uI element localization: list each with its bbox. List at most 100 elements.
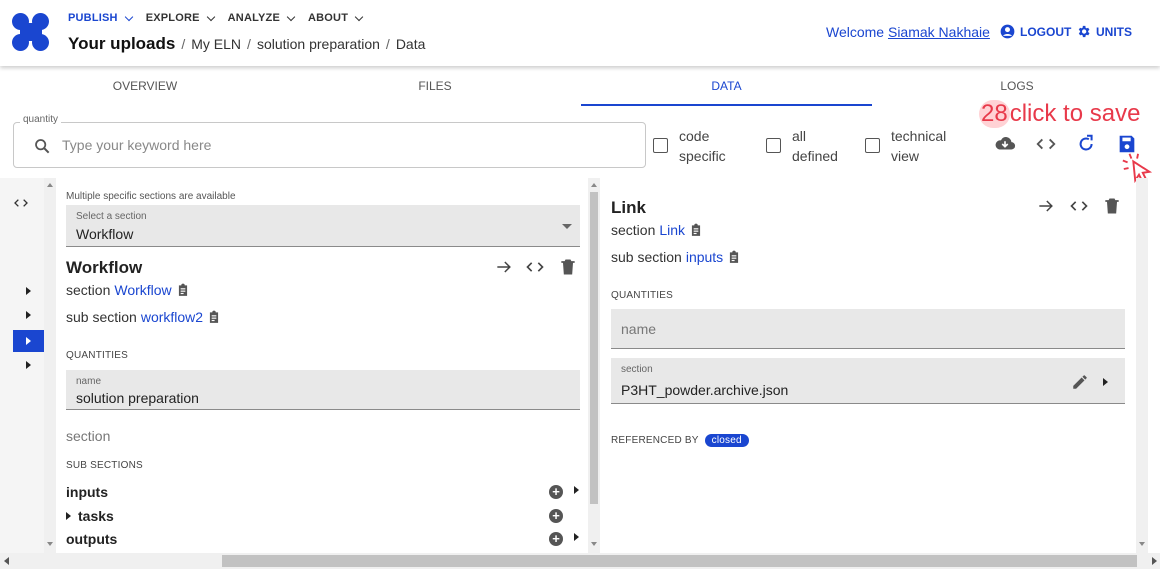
tree-expand-row[interactable] [13, 280, 44, 302]
filter-technical-view-checkbox[interactable] [865, 138, 880, 153]
clipboard-icon[interactable] [727, 249, 741, 265]
caret-right-icon[interactable] [574, 486, 579, 494]
trash-icon[interactable] [1102, 196, 1122, 216]
code-icon[interactable] [525, 257, 545, 277]
tree-expand-row-selected[interactable] [13, 330, 44, 352]
chevron-down-icon [124, 12, 133, 21]
scroll-left-arrow-icon[interactable] [4, 557, 9, 565]
clipboard-icon[interactable] [176, 282, 190, 298]
subsection-row-tasks[interactable]: tasks [66, 505, 586, 527]
breadcrumb-item[interactable]: My ELN [191, 36, 241, 52]
tab-overview[interactable]: OVERVIEW [0, 66, 290, 106]
name-field[interactable]: name solution preparation [66, 370, 580, 410]
tab-files[interactable]: FILES [290, 66, 580, 106]
scroll-right-arrow-icon[interactable] [1152, 557, 1157, 565]
referenced-by-chip[interactable]: closed [704, 434, 749, 447]
nav-explore[interactable]: EXPLORE [146, 12, 215, 24]
link-title: Link [611, 198, 646, 217]
subsection-row-outputs[interactable]: outputs [66, 528, 586, 550]
nav-publish-label: PUBLISH [68, 12, 118, 24]
breadcrumb-item: Data [395, 36, 426, 52]
subsection-prefix: sub section [66, 309, 137, 325]
breadcrumb-separator: / [181, 36, 186, 52]
tab-data[interactable]: DATA [581, 66, 872, 106]
cloud-download-icon[interactable] [994, 133, 1016, 155]
scroll-down-arrow-icon[interactable] [47, 542, 53, 546]
breadcrumb-separator: / [385, 36, 390, 52]
units-button[interactable]: UNITS [1076, 24, 1132, 39]
scrollbar-corner [1148, 553, 1160, 569]
scroll-down-arrow-icon[interactable] [1139, 542, 1145, 546]
clipboard-icon[interactable] [207, 309, 221, 325]
tree-column [0, 178, 44, 553]
tree-expand-row[interactable] [13, 354, 44, 376]
subsection-link[interactable]: workflow2 [141, 309, 203, 325]
breadcrumb: Your uploads / My ELN / solution prepara… [68, 34, 425, 54]
caret-right-icon[interactable] [1103, 378, 1108, 386]
search-input[interactable] [62, 134, 622, 156]
code-icon[interactable] [10, 195, 32, 211]
link-subsection-link[interactable]: inputs [686, 249, 723, 265]
breadcrumb-item[interactable]: solution preparation [257, 36, 380, 52]
code-icon[interactable] [1069, 196, 1089, 216]
filter-label-line: technical [891, 128, 947, 144]
section-select-label: Select a section [76, 211, 147, 222]
chevron-down-icon [286, 12, 296, 21]
clipboard-icon[interactable] [689, 222, 703, 238]
caret-right-icon[interactable] [574, 533, 579, 541]
referenced-by: REFERENCED BY closed [611, 434, 749, 447]
arrow-right-icon[interactable] [494, 257, 514, 277]
reload-icon[interactable] [1076, 133, 1098, 155]
name-field-label: name [76, 376, 102, 387]
filter-label-line: specific [679, 148, 726, 164]
scroll-up-arrow-icon[interactable] [591, 183, 597, 187]
nav-about[interactable]: ABOUT [308, 12, 364, 24]
section-quantity[interactable]: section [66, 428, 110, 444]
add-icon[interactable]: + [549, 509, 563, 523]
section-select[interactable]: Select a section Workflow [66, 205, 580, 247]
subsections-heading: SUB SECTIONS [66, 460, 143, 471]
units-label: UNITS [1096, 24, 1132, 39]
filter-code-specific-checkbox[interactable] [653, 138, 668, 153]
pencil-icon[interactable] [1071, 373, 1089, 391]
nomad-logo[interactable] [12, 13, 50, 51]
link-section-field[interactable]: section P3HT_powder.archive.json [611, 358, 1125, 404]
scrollbar-thumb[interactable] [590, 192, 598, 504]
scrollbar-thumb[interactable] [222, 555, 1137, 567]
code-icon[interactable] [1035, 133, 1057, 155]
scroll-down-arrow-icon[interactable] [591, 542, 597, 546]
filter-label-line: code [679, 128, 710, 144]
horizontal-scrollbar[interactable] [0, 553, 1148, 569]
add-icon[interactable]: + [549, 485, 563, 499]
vertical-scrollbar[interactable] [44, 178, 56, 553]
app-header: PUBLISH EXPLORE ANALYZE ABOUT Your uploa… [0, 0, 1160, 66]
subsection-label: outputs [66, 531, 118, 547]
filter-label-line: all [792, 128, 807, 144]
link-name-placeholder: name [621, 321, 657, 337]
nav-analyze[interactable]: ANALYZE [228, 12, 296, 24]
filter-all-defined-checkbox[interactable] [766, 138, 781, 153]
caret-down-icon [562, 224, 572, 229]
arrow-right-icon[interactable] [1036, 196, 1056, 216]
section-link[interactable]: Workflow [114, 282, 171, 298]
user-name-link[interactable]: Siamak Nakhaie [888, 24, 990, 40]
section-select-value: Workflow [76, 226, 134, 242]
nav-publish[interactable]: PUBLISH [68, 12, 133, 24]
subsection-row-inputs[interactable]: inputs [66, 481, 586, 503]
tree-expand-row[interactable] [13, 304, 44, 326]
referenced-by-label: REFERENCED BY [611, 435, 699, 446]
subsection-label: inputs [66, 484, 108, 500]
filter-code-specific-label: code specific [679, 126, 726, 166]
vertical-scrollbar[interactable] [588, 178, 600, 553]
link-section-link[interactable]: Link [659, 222, 685, 238]
add-icon[interactable]: + [549, 532, 563, 546]
caret-right-icon [26, 311, 31, 319]
vertical-scrollbar[interactable] [1136, 178, 1148, 553]
filter-technical-view-label: technical view [891, 126, 946, 166]
link-name-field[interactable]: name [611, 309, 1125, 349]
nav-about-label: ABOUT [308, 12, 349, 24]
scroll-up-arrow-icon[interactable] [47, 183, 53, 187]
logout-button[interactable]: LOGOUT [1000, 24, 1071, 39]
trash-icon[interactable] [558, 257, 578, 277]
breadcrumb-root[interactable]: Your uploads [68, 34, 175, 54]
